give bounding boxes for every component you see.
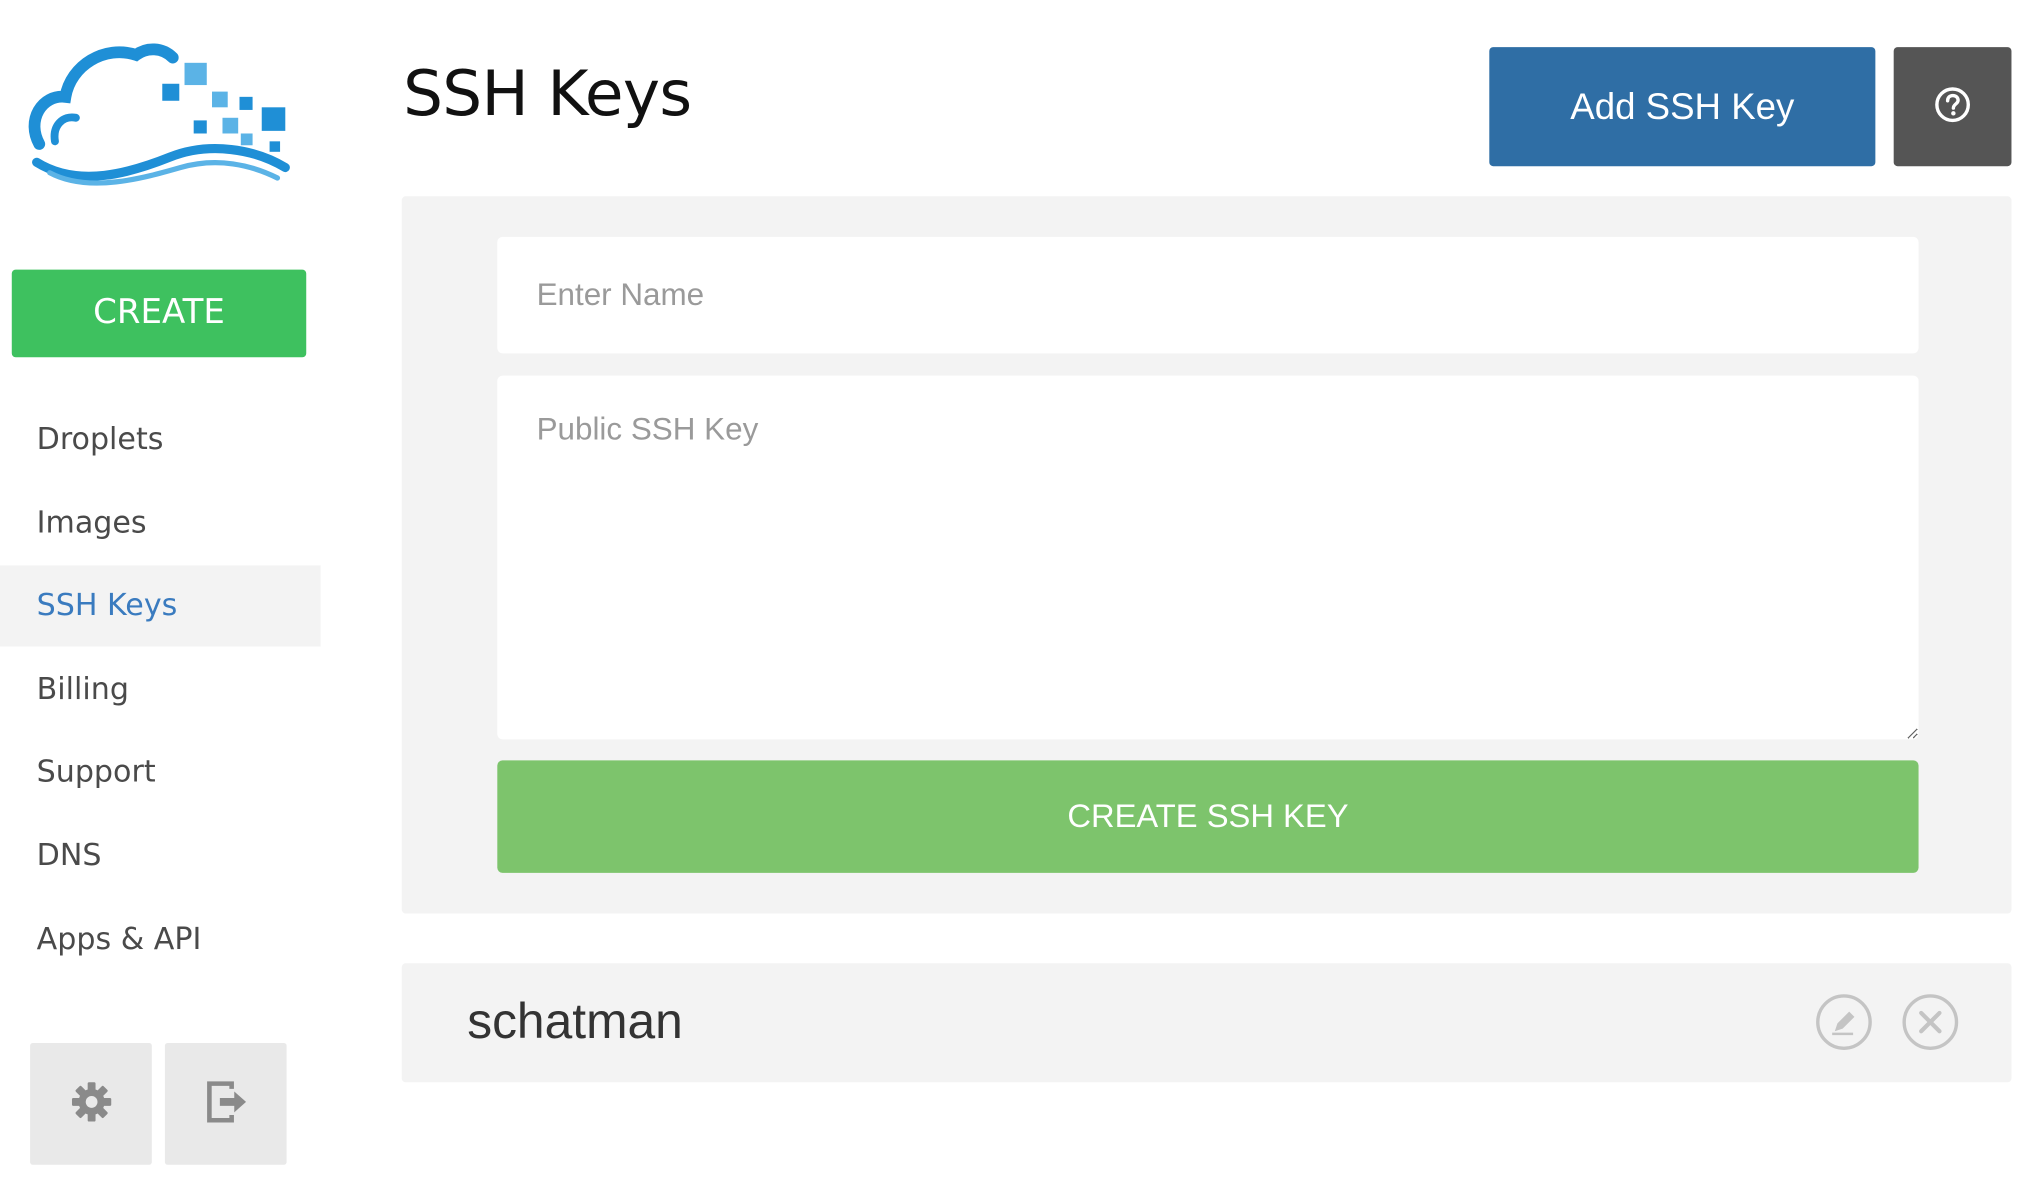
ssh-key-row: schatman	[401, 963, 2012, 1083]
add-ssh-key-form: CREATE SSH KEY	[401, 196, 2012, 914]
sidebar-item-ssh-keys[interactable]: SSH Keys	[0, 565, 321, 647]
pencil-icon[interactable]	[1815, 993, 1873, 1051]
key-name-input[interactable]	[497, 236, 1919, 354]
gear-icon	[69, 1079, 113, 1129]
question-circle-icon	[1933, 84, 1972, 128]
ssh-key-name: schatman	[467, 994, 683, 1050]
sidebar-nav: Droplets Images SSH Keys Billing Support…	[0, 399, 321, 982]
sidebar-item-billing[interactable]: Billing	[0, 649, 321, 730]
close-circle-icon[interactable]	[1902, 993, 1960, 1051]
create-button[interactable]: CREATE	[11, 269, 307, 358]
sidebar-item-droplets[interactable]: Droplets	[0, 399, 321, 480]
help-button[interactable]	[1893, 47, 2012, 167]
cloud-logo-icon[interactable]	[26, 42, 294, 193]
create-ssh-key-button[interactable]: CREATE SSH KEY	[497, 760, 1919, 873]
sidebar-item-dns[interactable]: DNS	[0, 815, 321, 896]
logout-button[interactable]	[164, 1043, 287, 1165]
sidebar-item-support[interactable]: Support	[0, 732, 321, 813]
sidebar-item-apps-api[interactable]: Apps & API	[0, 899, 321, 980]
sidebar-item-images[interactable]: Images	[0, 482, 321, 563]
settings-button[interactable]	[30, 1043, 152, 1165]
page-title: SSH Keys	[403, 57, 692, 131]
logout-icon	[202, 1078, 249, 1130]
page: CREATE Droplets Images SSH Keys Billing …	[0, 0, 2022, 1178]
public-ssh-key-textarea[interactable]	[497, 375, 1919, 740]
add-ssh-key-button[interactable]: Add SSH Key	[1489, 47, 1876, 167]
